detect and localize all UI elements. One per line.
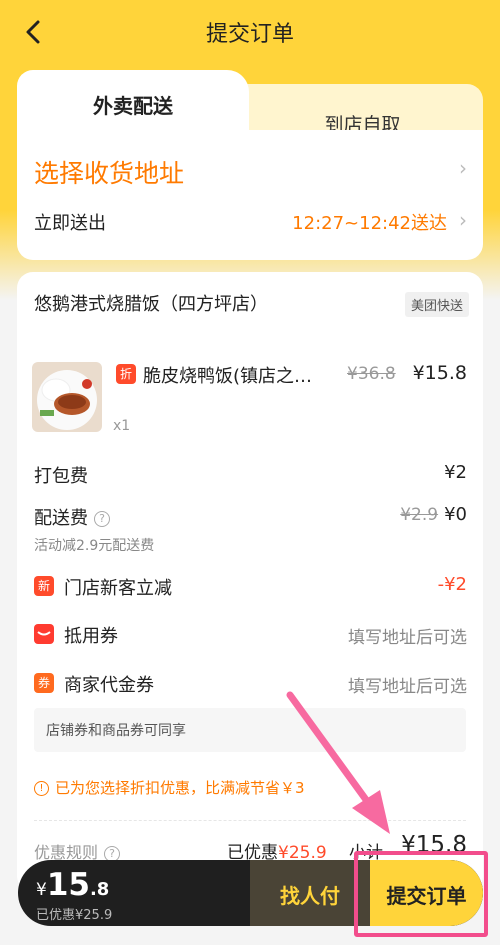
packing-fee-label: 打包费 bbox=[34, 466, 88, 487]
order-card: 悠鹅港式烧腊饭（四方坪店） 美团快送 折 脆皮烧鸭饭(镇店之… ¥36.8 ¥1… bbox=[17, 272, 483, 892]
total-price-int: 15 bbox=[46, 867, 90, 903]
total-saved: 已优惠¥25.9 bbox=[36, 908, 113, 923]
voucher-icon: 券 bbox=[34, 673, 54, 693]
food-name: 脆皮烧鸭饭(镇店之… bbox=[143, 366, 313, 387]
info-icon: ! bbox=[34, 781, 49, 796]
deliver-now-label: 立即送出 bbox=[34, 213, 106, 234]
coupon-label: 抵用券 bbox=[64, 626, 118, 647]
tab-delivery[interactable]: 外卖配送 bbox=[17, 70, 249, 142]
coupon-hint[interactable]: 填写地址后可选 bbox=[348, 623, 467, 648]
food-quantity: x1 bbox=[113, 418, 131, 434]
food-price: ¥15.8 bbox=[412, 362, 467, 384]
ask-friend-pay-label: 找人付 bbox=[280, 884, 340, 908]
delivery-fee-row: 配送费? bbox=[34, 504, 110, 530]
shop-name[interactable]: 悠鹅港式烧腊饭（四方坪店） bbox=[34, 290, 268, 316]
voucher-label: 商家代金券 bbox=[64, 675, 154, 696]
currency-symbol: ¥ bbox=[36, 880, 47, 900]
packing-fee-value: ¥2 bbox=[444, 462, 467, 483]
total-price: ¥15.8 bbox=[36, 867, 109, 903]
delivery-fee-values: ¥2.9 ¥0 bbox=[400, 504, 467, 525]
select-address-button[interactable]: 选择收货地址 bbox=[34, 154, 184, 190]
chevron-right-icon: › bbox=[459, 208, 467, 232]
food-thumbnail bbox=[32, 362, 102, 432]
voucher-hint[interactable]: 填写地址后可选 bbox=[348, 672, 467, 697]
address-section: 选择收货地址 › 立即送出 12:27~12:42送达 › bbox=[17, 130, 483, 260]
new-customer-value: -¥2 bbox=[437, 574, 467, 595]
ask-friend-pay-button[interactable]: 找人付 bbox=[250, 860, 370, 926]
delivery-fee-label: 配送费 bbox=[34, 508, 88, 529]
delivery-fee-original: ¥2.9 bbox=[400, 505, 439, 525]
discount-tip: ! 已为您选择折扣优惠，比满减节省￥3 bbox=[34, 777, 305, 798]
chevron-right-icon: › bbox=[459, 156, 467, 180]
delivery-fee-note: 活动减2.9元配送费 bbox=[34, 538, 155, 554]
page-title: 提交订单 bbox=[205, 22, 294, 47]
delivery-fee-value: ¥0 bbox=[444, 504, 467, 525]
divider bbox=[34, 820, 466, 821]
new-customer-label: 门店新客立减 bbox=[64, 578, 172, 599]
help-icon[interactable]: ? bbox=[94, 511, 110, 527]
coupon-share-note: 店铺券和商品券可同享 bbox=[34, 708, 466, 752]
delivery-time-selector[interactable]: 12:27~12:42送达 bbox=[292, 209, 447, 235]
food-original-price: ¥36.8 bbox=[347, 364, 396, 384]
highlight-box bbox=[354, 851, 488, 937]
delivery-badge: 美团快送 bbox=[404, 292, 469, 317]
tab-delivery-label: 外卖配送 bbox=[93, 94, 173, 118]
header: 提交订单 bbox=[0, 0, 500, 64]
discount-tip-text: 已为您选择折扣优惠，比满减节省￥3 bbox=[55, 779, 305, 797]
delivery-card: 到店自取 选择收货地址 › 立即送出 12:27~12:42送达 › 外卖配送 bbox=[17, 70, 483, 260]
coupon-icon bbox=[34, 624, 54, 644]
discount-badge: 折 bbox=[116, 364, 136, 384]
total-price-dec: .8 bbox=[89, 879, 110, 900]
new-customer-icon: 新 bbox=[34, 576, 54, 596]
coupon-share-text: 店铺券和商品券可同享 bbox=[46, 723, 186, 739]
